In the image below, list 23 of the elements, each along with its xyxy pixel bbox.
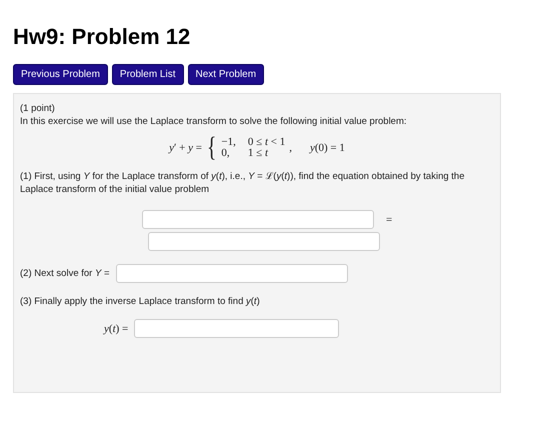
part-three-instructions: (3) Finally apply the inverse Laplace transform to find y(t) [20, 295, 261, 308]
answer-field[interactable] [116, 264, 348, 283]
part-one-instructions: (1) First, using Y for the Laplace transform of y(t), i.e., Y = ℒ(y(t)), find the equation obtained by taking the Laplace transform of the initial value problem [20, 170, 466, 196]
equals-sign: = [386, 214, 392, 226]
answer-field[interactable] [148, 232, 380, 251]
page-title: Hw9: Problem 12 [13, 24, 192, 50]
initial-condition: y(0) = 1 [310, 142, 345, 154]
nav-button[interactable]: Previous Problem [13, 64, 108, 85]
case-value: 0, [221, 148, 231, 159]
answer-label: y(t) = [104, 322, 128, 334]
answer-field[interactable] [142, 210, 374, 229]
equation-left-side: y′ + y = [169, 142, 202, 154]
case-value: −1, [221, 137, 236, 148]
answer-field[interactable] [134, 319, 340, 338]
problem-statement: In this exercise we will use the Laplace transform to solve the following initial value problem: [20, 115, 408, 128]
nav-button[interactable]: Next Problem [188, 64, 264, 85]
part-two-label: (2) Next solve for Y = [20, 267, 110, 280]
nav-button[interactable]: Problem List [112, 64, 184, 85]
comma-symbol: , [289, 142, 292, 154]
case-condition: 1 ≤ t [248, 148, 270, 159]
case-condition: 0 ≤ t < 1 [248, 137, 286, 148]
brace-symbol: { [206, 134, 216, 162]
point-value: (1 point) [20, 102, 56, 115]
